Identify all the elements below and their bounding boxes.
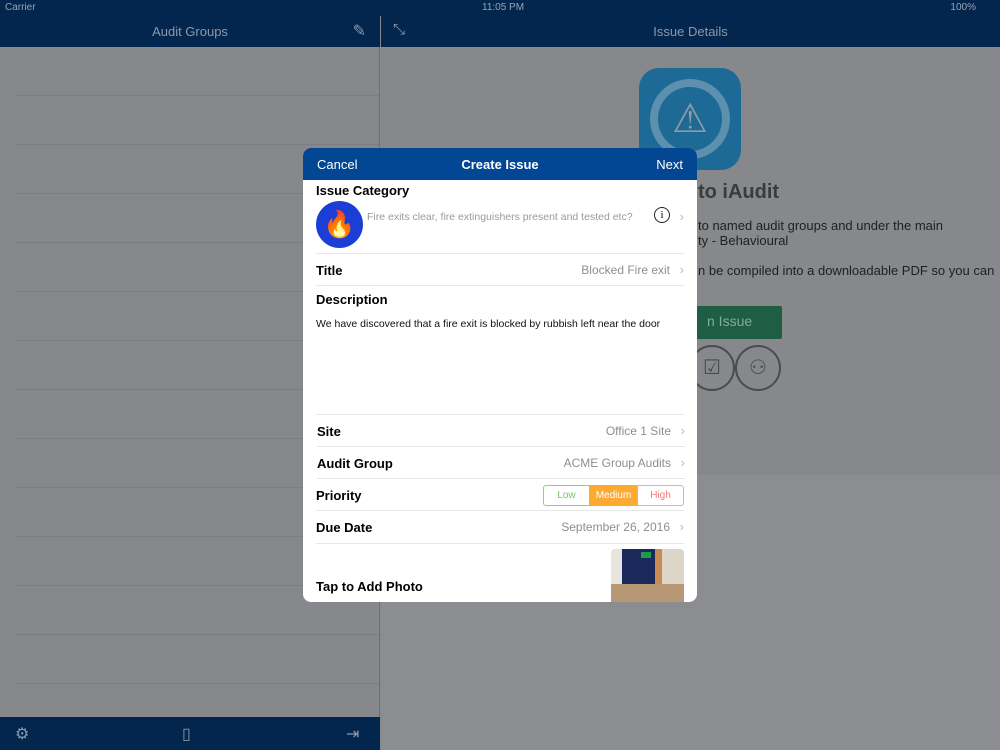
bottom-toolbar: ⚙ ▯ ⇥ bbox=[0, 717, 380, 750]
due-date-row[interactable]: Due Date September 26, 2016 › bbox=[316, 511, 684, 544]
add-photo-label: Tap to Add Photo bbox=[316, 579, 423, 594]
priority-segmented-control[interactable]: Low Medium High bbox=[543, 485, 684, 506]
chevron-right-icon: › bbox=[680, 455, 685, 470]
modal-title: Create Issue bbox=[461, 157, 539, 172]
status-bar: Carrier 11:05 PM 100% bbox=[0, 0, 1000, 16]
category-text: Fire exits clear, fire extinguishers pre… bbox=[367, 211, 633, 223]
due-date-value: September 26, 2016 bbox=[561, 520, 670, 534]
intro-text: ty - Behavioural bbox=[698, 233, 789, 248]
intro-text: to named audit groups and under the main bbox=[698, 218, 944, 233]
pdf-icon[interactable]: ▯ bbox=[182, 724, 191, 744]
priority-high[interactable]: High bbox=[637, 485, 684, 506]
title-label: Title bbox=[316, 263, 343, 278]
cancel-button[interactable]: Cancel bbox=[317, 157, 357, 172]
title-row[interactable]: Title Blocked Fire exit › bbox=[316, 254, 684, 286]
handshake-icon: ⚇ bbox=[735, 345, 781, 391]
battery: 100% bbox=[950, 2, 976, 13]
left-nav-bar: Audit Groups ✎ bbox=[0, 16, 380, 47]
priority-label: Priority bbox=[316, 488, 362, 503]
chevron-right-icon: › bbox=[680, 423, 685, 438]
priority-low[interactable]: Low bbox=[543, 485, 590, 506]
priority-row: Priority Low Medium High bbox=[316, 479, 684, 511]
audit-group-value: ACME Group Audits bbox=[563, 456, 671, 470]
left-title: Audit Groups bbox=[152, 24, 228, 39]
description-row[interactable]: Description We have discovered that a fi… bbox=[316, 286, 684, 415]
compose-icon[interactable]: ✎ bbox=[353, 21, 366, 41]
site-row[interactable]: Site Office 1 Site › bbox=[317, 415, 685, 447]
chevron-right-icon: › bbox=[679, 262, 684, 277]
audit-group-row[interactable]: Audit Group ACME Group Audits › bbox=[317, 447, 685, 479]
audit-group-label: Audit Group bbox=[317, 456, 393, 471]
chevron-right-icon: › bbox=[679, 209, 684, 224]
welcome-heading: to iAudit bbox=[698, 181, 780, 203]
next-button[interactable]: Next bbox=[656, 157, 683, 172]
chevron-right-icon: › bbox=[679, 519, 684, 534]
site-value: Office 1 Site bbox=[605, 424, 671, 438]
info-icon[interactable]: i bbox=[654, 207, 670, 223]
create-issue-button[interactable]: n Issue bbox=[693, 306, 782, 339]
right-nav-bar: ⤡ Issue Details bbox=[381, 16, 1000, 47]
title-value: Blocked Fire exit bbox=[581, 263, 670, 277]
right-title: Issue Details bbox=[653, 24, 728, 39]
time: 11:05 PM bbox=[482, 2, 525, 13]
fire-icon: 🔥 bbox=[316, 201, 363, 248]
carrier: Carrier bbox=[5, 2, 36, 13]
logout-icon[interactable]: ⇥ bbox=[346, 724, 359, 744]
add-photo-row[interactable]: Tap to Add Photo bbox=[316, 544, 684, 602]
due-date-label: Due Date bbox=[316, 520, 373, 535]
settings-icon[interactable]: ⚙ bbox=[15, 724, 29, 744]
intro-text: n be compiled into a downloadable PDF so… bbox=[698, 263, 995, 278]
photo-thumbnail[interactable] bbox=[611, 549, 684, 602]
issue-category-row[interactable]: Issue Category 🔥 Fire exits clear, fire … bbox=[316, 180, 684, 254]
category-label: Issue Category bbox=[316, 183, 410, 198]
description-label: Description bbox=[316, 292, 388, 307]
create-issue-modal: Cancel Create Issue Next Issue Category … bbox=[303, 148, 697, 602]
priority-medium[interactable]: Medium bbox=[590, 485, 637, 506]
site-label: Site bbox=[317, 424, 341, 439]
description-input[interactable]: We have discovered that a fire exit is b… bbox=[316, 318, 660, 330]
